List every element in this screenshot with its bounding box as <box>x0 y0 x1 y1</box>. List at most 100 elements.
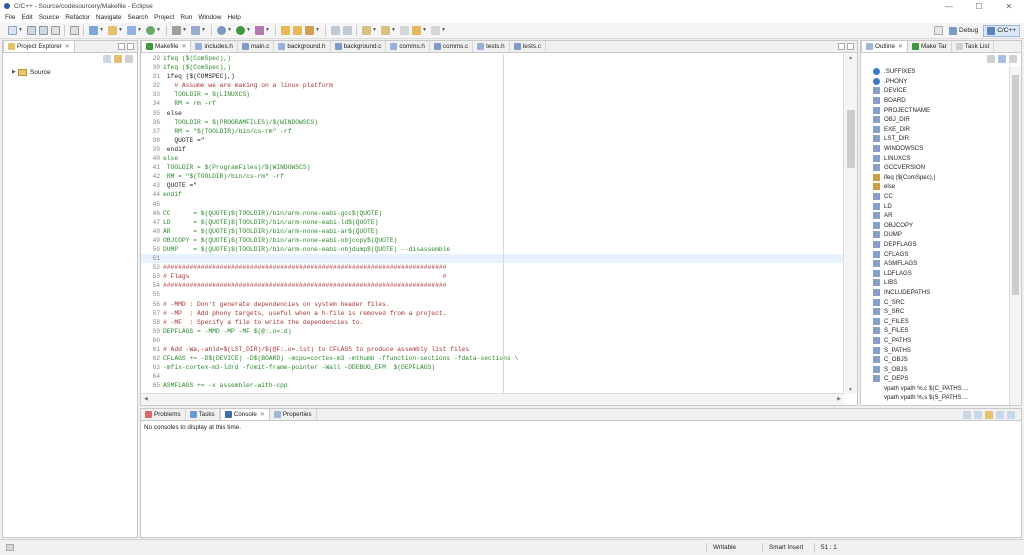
chevron-down-icon[interactable]: ▼ <box>99 26 104 35</box>
code-line[interactable]: 64 <box>141 372 844 381</box>
next-annotation-icon[interactable] <box>361 26 371 35</box>
tab-properties[interactable]: Properties <box>270 409 317 420</box>
outline-item[interactable]: ifeq ($(ComSpec),) <box>873 173 1009 183</box>
tab-background-h[interactable]: background.h <box>274 41 331 52</box>
chevron-down-icon[interactable]: ▼ <box>265 26 270 35</box>
code-line[interactable]: 35 else <box>141 109 844 118</box>
debug-config-icon[interactable] <box>190 26 200 35</box>
prev-annotation-icon[interactable] <box>380 26 390 35</box>
tab-make-target[interactable]: Make Tar <box>908 41 952 52</box>
scroll-down-icon[interactable]: ▼ <box>848 387 853 393</box>
scroll-left-icon[interactable]: ◀ <box>144 396 148 402</box>
chevron-down-icon[interactable]: ▼ <box>137 26 142 35</box>
code-line[interactable]: 36 TOOLDIR = $(PROGRAMFILES)/$(WINDOWSCS… <box>141 118 844 127</box>
tab-comms-h[interactable]: comms.h <box>386 41 430 52</box>
tab-problems[interactable]: Problems <box>141 409 186 420</box>
outline-item[interactable]: C_DEPS <box>873 374 1009 384</box>
code-line[interactable]: 60 <box>141 336 844 345</box>
code-line[interactable]: 52 ######################################… <box>141 263 844 272</box>
close-button[interactable]: ✕ <box>994 0 1024 12</box>
code-line[interactable]: 51 <box>141 254 844 264</box>
code-line[interactable]: 61 # Add -Wa,-ahld=$(LST_DIR)/$(@F:.o=.ls… <box>141 345 844 354</box>
outline-item[interactable]: vpath vpath %.s $(S_PATHS ... <box>873 393 1009 403</box>
close-icon[interactable]: ✕ <box>898 43 903 50</box>
tab-includes-h[interactable]: includes.h <box>191 41 238 52</box>
maximize-icon[interactable] <box>127 43 134 50</box>
scrollbar-thumb[interactable] <box>1012 75 1019 295</box>
view-menu-icon[interactable] <box>125 55 133 63</box>
menu-navigate[interactable]: Navigate <box>93 14 125 21</box>
new-class-icon[interactable] <box>126 26 136 35</box>
build-icon[interactable] <box>171 26 181 35</box>
chevron-down-icon[interactable]: ▼ <box>422 26 427 35</box>
display-console-icon[interactable] <box>974 411 982 419</box>
code-line[interactable]: 39 endif <box>141 145 844 154</box>
code-line[interactable]: 29 ifeq ($(ComSpec),) <box>141 54 844 63</box>
outline-item[interactable]: WINDOWSCS <box>873 144 1009 154</box>
new-project-icon[interactable] <box>88 26 98 35</box>
outline-item[interactable]: else <box>873 182 1009 192</box>
code-line[interactable]: 50 DUMP = $(QUOTE)$(TOOLDIR)/bin/arm-none… <box>141 245 844 254</box>
sort-icon[interactable] <box>987 55 995 63</box>
fast-view-icon[interactable] <box>6 544 14 551</box>
code-line[interactable]: 55 <box>141 290 844 299</box>
print-icon[interactable] <box>50 26 60 35</box>
tab-outline[interactable]: Outline ✕ <box>861 40 908 52</box>
outline-item[interactable]: S_OBJS <box>873 364 1009 374</box>
outline-item[interactable]: LINUXCS <box>873 153 1009 163</box>
open-folder-icon[interactable] <box>107 26 117 35</box>
code-line[interactable]: 46 CC = $(QUOTE)$(TOOLDIR)/bin/arm-none-e… <box>141 209 844 218</box>
pin-console-icon[interactable] <box>963 411 971 419</box>
tab-makefile[interactable]: Makefile ✕ <box>141 40 192 52</box>
outline-item[interactable]: LST_DIR <box>873 134 1009 144</box>
code-line[interactable]: 56 # -MMD : Don't generate dependencies o… <box>141 300 844 309</box>
outline-item[interactable]: S_SRC <box>873 307 1009 317</box>
view-menu-icon[interactable] <box>1009 55 1017 63</box>
code-line[interactable]: 54 ######################################… <box>141 281 844 290</box>
outline-item[interactable]: OBJ_DIR <box>873 115 1009 125</box>
outline-item[interactable]: LIBS <box>873 278 1009 288</box>
chevron-down-icon[interactable]: ▼ <box>182 26 187 35</box>
tab-tests-c[interactable]: tests.c <box>510 41 546 52</box>
code-line[interactable]: 63 -mfix-cortex-m3-ldrd -fomit-frame-poin… <box>141 363 844 372</box>
code-line[interactable]: 44 endif <box>141 190 844 199</box>
menu-edit[interactable]: Edit <box>18 14 35 21</box>
tab-comms-c[interactable]: comms.c <box>430 41 474 52</box>
code-line[interactable]: 38 QUOTE =" <box>141 136 844 145</box>
outline-item[interactable]: C_OBJS <box>873 355 1009 365</box>
link-editor-icon[interactable] <box>114 55 122 63</box>
code-line[interactable]: 32 # Assume we are making on a linux pla… <box>141 81 844 90</box>
outline-item[interactable]: S_PATHS <box>873 345 1009 355</box>
menu-run[interactable]: Run <box>177 14 195 21</box>
code-line[interactable]: 42 RM = "$(TOOLDIR)/bin/cs-rm" -rf <box>141 172 844 181</box>
cpp-perspective-button[interactable]: C/C++ <box>983 24 1020 37</box>
menu-project[interactable]: Project <box>151 14 177 21</box>
outline-item[interactable]: OBJCOPY <box>873 221 1009 231</box>
code-line[interactable]: 40 else <box>141 154 844 163</box>
editor-vertical-scrollbar[interactable]: ▲ ▼ <box>843 54 857 394</box>
new-source-icon[interactable] <box>145 26 155 35</box>
chevron-down-icon[interactable]: ▼ <box>441 26 446 35</box>
maximize-button[interactable]: ☐ <box>964 0 994 12</box>
code-line[interactable]: 58 # -MF : Specify a file to write the de… <box>141 318 844 327</box>
save-all-icon[interactable] <box>38 26 48 35</box>
scrollbar-thumb[interactable] <box>847 110 855 168</box>
search-icon[interactable] <box>304 26 314 35</box>
code-line[interactable]: 31 ifeq ($(COMSPEC),) <box>141 72 844 81</box>
open-perspective-icon[interactable] <box>933 26 943 35</box>
code-line[interactable]: 65 ASMFLAGS += -x assembler-with-cpp <box>141 381 844 390</box>
toggle-block-icon[interactable] <box>342 26 352 35</box>
outline-item[interactable]: CC <box>873 192 1009 202</box>
tab-project-explorer[interactable]: Project Explorer ✕ <box>3 40 75 52</box>
code-area[interactable]: 29 ifeq ($(ComSpec),) 30 ifeq ($(ComSpec),)… <box>141 54 844 394</box>
outline-item[interactable]: C_FILES <box>873 316 1009 326</box>
maximize-icon[interactable] <box>847 43 854 50</box>
outline-item[interactable]: DEVICE <box>873 86 1009 96</box>
minimize-button[interactable]: — <box>934 0 964 12</box>
external-tools-icon[interactable] <box>254 26 264 35</box>
last-edit-icon[interactable] <box>399 26 409 35</box>
outline-item[interactable]: C_PATHS <box>873 336 1009 346</box>
chevron-down-icon[interactable]: ▼ <box>315 26 320 35</box>
forward-icon[interactable] <box>430 26 440 35</box>
tab-task-list[interactable]: Task List <box>952 41 995 52</box>
